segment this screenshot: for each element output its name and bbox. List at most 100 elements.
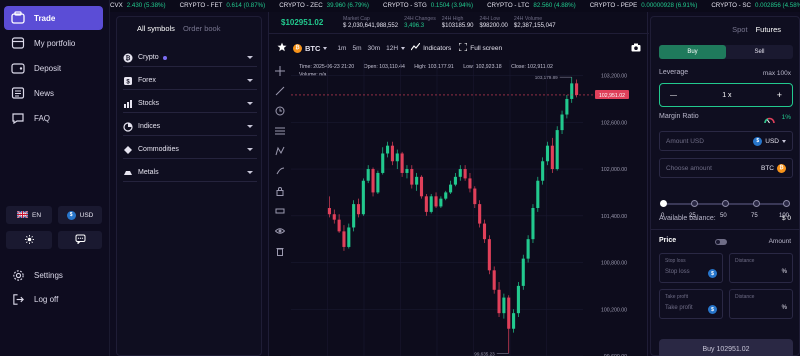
timeframe-5m[interactable]: 5m <box>352 45 361 52</box>
price-label: Price <box>659 237 677 244</box>
leverage-value[interactable]: 1 x <box>722 92 731 99</box>
take-profit-distance-field[interactable]: Distance % <box>729 289 793 319</box>
chevron-down-icon[interactable] <box>401 46 406 50</box>
ticker-symbol: CRYPTO - STG <box>382 2 427 9</box>
fullscreen-button[interactable]: Full screen <box>470 45 502 52</box>
tab-all-symbols[interactable]: All symbols <box>137 24 175 33</box>
timeframe-12h[interactable]: 12H <box>386 45 398 52</box>
category-commodities[interactable]: Commodities <box>123 141 257 159</box>
clock-icon[interactable] <box>275 106 285 116</box>
chat-button[interactable] <box>58 231 102 249</box>
category-crypto[interactable]: ₿ Crypto <box>123 49 257 67</box>
category-stocks[interactable]: Stocks <box>123 95 257 113</box>
tab-futures[interactable]: Futures <box>756 25 781 34</box>
ticker-value: 0.002856 (4.58%) <box>755 2 800 9</box>
candle-body <box>463 169 467 179</box>
leverage-decrease-button[interactable]: — <box>670 92 677 99</box>
leverage-increase-button[interactable]: + <box>777 90 782 100</box>
change-stat: 24H Changes 3,496.3 <box>404 16 436 30</box>
tab-spot[interactable]: Spot <box>732 25 747 34</box>
amount-coin-unit: BTC ₿ <box>761 163 786 173</box>
order-tabs: Spot Futures <box>651 25 800 34</box>
chevron-down-icon <box>247 56 253 59</box>
sidebar-item-news[interactable]: News <box>4 81 103 105</box>
lock-icon[interactable] <box>275 186 285 196</box>
currency-selector[interactable]: $ USD <box>58 206 102 224</box>
ticker-item[interactable]: CRYPTO - LTC 82.560 (4.88%) <box>487 2 576 9</box>
ticker-item[interactable]: CRYPTO - SC 0.002856 (4.58%) <box>711 2 800 9</box>
chevron-down-icon <box>247 79 253 82</box>
sidebar-item-trade[interactable]: Trade <box>4 6 103 30</box>
brush-icon[interactable] <box>275 166 285 176</box>
candle-body <box>536 180 540 208</box>
stat-value: $2,387,155,047 <box>513 22 556 29</box>
category-forex[interactable]: $ Forex <box>123 72 257 90</box>
sidebar-item-logout[interactable]: Log off <box>4 287 103 311</box>
indicators-icon <box>410 42 421 53</box>
amount-coin-field[interactable]: Choose amount BTC ₿ <box>659 158 793 178</box>
pattern-icon[interactable] <box>275 146 285 156</box>
sidebar-item-settings[interactable]: Settings <box>4 263 103 287</box>
leverage-stepper: — 1 x + <box>659 83 793 107</box>
stop-loss-distance-field[interactable]: Distance % <box>729 253 793 283</box>
amount-slider[interactable] <box>660 200 790 207</box>
category-metals[interactable]: Metals <box>123 164 257 182</box>
stop-loss-field[interactable]: Stop loss Stop loss $ <box>659 253 723 283</box>
svg-text:₿: ₿ <box>126 55 131 62</box>
trendline-icon[interactable] <box>275 86 285 96</box>
ticker-item[interactable]: CRYPTO - FET 0.614 (0.87%) <box>180 2 266 9</box>
candle-body <box>347 227 351 247</box>
symbol-name[interactable]: BTC <box>305 44 320 53</box>
y-tick-label: 102,600.00 <box>601 120 627 126</box>
low-stat: 24H Low $98200.00 <box>480 16 508 30</box>
category-label: Indices <box>138 123 161 130</box>
theme-toggle-button[interactable] <box>6 231 52 249</box>
sidebar-item-portfolio[interactable]: My portfolio <box>4 31 103 55</box>
usd-coin-icon: $ <box>708 269 717 278</box>
slider-step-25[interactable] <box>691 200 698 207</box>
indicators-button[interactable]: Indicators <box>423 45 451 52</box>
amount-usd-field[interactable]: Amount USD $ USD <box>659 131 793 151</box>
sidebar-item-deposit[interactable]: Deposit <box>4 56 103 80</box>
candle-body <box>405 169 409 173</box>
slider-step-50[interactable] <box>722 200 729 207</box>
ticker-item[interactable]: CRYPTO - ZEC 39.960 (6.79%) <box>279 2 369 9</box>
camera-icon[interactable] <box>631 43 641 54</box>
star-icon[interactable] <box>277 42 287 54</box>
ticker-item[interactable]: CRYPTO - STG 0.1504 (3.94%) <box>383 2 473 9</box>
slider-step-75[interactable] <box>753 200 760 207</box>
market-cap-stat: Market Cap $ 2,030,641,988,552 <box>343 16 398 30</box>
tab-order-book[interactable]: Order book <box>183 24 221 33</box>
gauge-icon <box>764 111 775 129</box>
fib-icon[interactable] <box>275 126 285 136</box>
buy-tab[interactable]: Buy <box>659 45 726 59</box>
candle-body <box>541 161 545 181</box>
candle-body <box>415 176 419 185</box>
candlestick-chart[interactable]: 103,200.00 102,600.00 102,000.00 101,400.00… <box>291 60 649 356</box>
take-profit-field[interactable]: Take profit Take profit $ <box>659 289 723 319</box>
sell-tab[interactable]: Sell <box>726 45 793 59</box>
language-selector[interactable]: EN <box>6 206 52 224</box>
crosshair-icon[interactable] <box>275 66 285 76</box>
ticker-item[interactable]: CVX 2.430 (5.38%) <box>110 2 166 9</box>
buy-submit-button[interactable]: Buy 102951.02 <box>659 339 793 356</box>
candle-body <box>444 192 448 199</box>
ticker-item[interactable]: CRYPTO - PEPE 0.00000928 (6.91%) <box>590 2 698 9</box>
timeframe-30m[interactable]: 30m <box>367 45 380 52</box>
category-indices[interactable]: Indices <box>123 118 257 136</box>
candle-body <box>337 219 341 232</box>
trash-icon[interactable] <box>275 246 285 256</box>
chevron-down-icon[interactable] <box>323 46 328 50</box>
indices-icon <box>123 121 133 132</box>
sidebar-item-faq[interactable]: FAQ <box>4 106 103 130</box>
slider-step-100[interactable] <box>783 200 790 207</box>
chevron-down-icon <box>247 102 253 105</box>
timeframe-1m[interactable]: 1m <box>337 45 346 52</box>
amount-usd-unit-selector[interactable]: $ USD <box>753 136 786 146</box>
candle-body <box>352 204 356 228</box>
field-label: Stop loss <box>665 258 686 264</box>
ruler-icon[interactable] <box>275 206 285 216</box>
slider-step-0[interactable] <box>660 200 667 207</box>
price-mode-toggle[interactable] <box>715 239 727 245</box>
eye-icon[interactable] <box>275 226 285 236</box>
